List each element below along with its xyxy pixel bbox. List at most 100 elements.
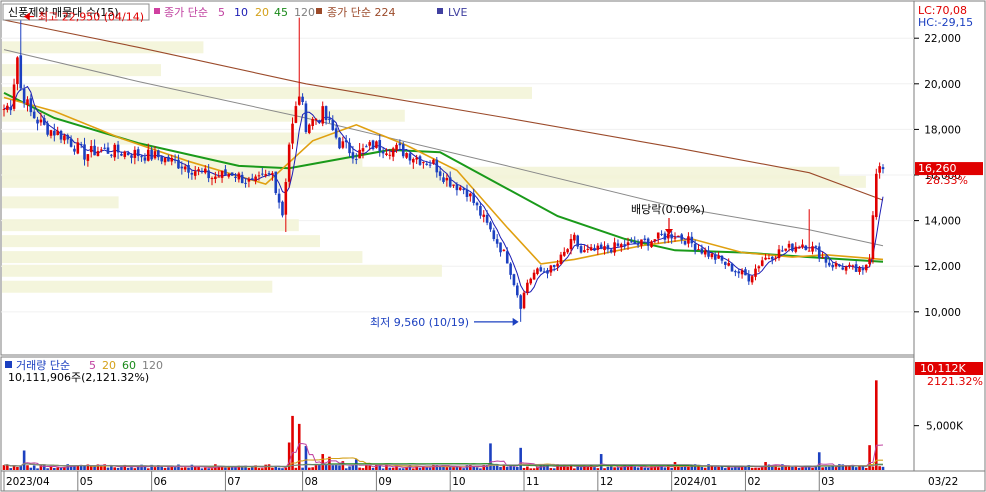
volume-profile-bar (2, 219, 299, 232)
volume-bar (526, 466, 529, 470)
volume-bar (294, 467, 298, 470)
candle-body (455, 184, 459, 191)
candle-body (861, 268, 865, 271)
volume-bar (492, 465, 496, 470)
candle-body (583, 250, 586, 253)
candle-body (606, 245, 610, 250)
candle-body (485, 214, 489, 223)
stock-chart-window: 22,000 20,000 18,000 16,000 14,000 12,000 10,0… (0, 0, 986, 492)
candle-body (744, 269, 747, 276)
candle-body (86, 154, 90, 161)
candle-body (261, 173, 264, 175)
candle-body (150, 149, 153, 160)
volume-bar (794, 466, 798, 470)
candle-body (596, 245, 600, 250)
candle-body (160, 156, 163, 162)
volume-bar (700, 466, 704, 470)
low-annotation-text: 최저 9,560 (10/19) (370, 316, 469, 329)
volume-bar (398, 468, 402, 470)
volume-bar (448, 466, 452, 470)
candle-body (318, 120, 321, 122)
candle-body (395, 144, 398, 150)
candle-body (458, 187, 462, 190)
volume-bar (311, 467, 314, 470)
volume-bar (36, 468, 39, 470)
volume-bar (167, 467, 170, 470)
candle-body (257, 175, 261, 177)
candle-body (489, 222, 492, 230)
candle-body (106, 147, 110, 154)
candle-body (589, 247, 593, 251)
candle-body (529, 278, 533, 284)
legend-color-square (437, 8, 443, 14)
candle-body (586, 248, 590, 250)
candle-body (422, 162, 425, 164)
volume-bar (854, 467, 858, 470)
candle-body (626, 242, 630, 246)
candle-body (76, 142, 80, 154)
candle-body (388, 154, 392, 156)
volume-bar (754, 467, 757, 470)
volume-bar (703, 467, 707, 470)
candle-body (157, 150, 160, 158)
volume-info: 10,111,906주(2,121.32%) (8, 371, 149, 384)
volume-bar (281, 468, 284, 470)
date-tick-label: 03 (821, 476, 834, 488)
candle-body (143, 157, 147, 161)
candle-body (469, 193, 472, 197)
candle-body (361, 148, 365, 152)
volume-bar (388, 467, 392, 470)
volume-bar (724, 468, 727, 470)
current-price-percent: 28.33% (926, 174, 968, 187)
candle-body (526, 282, 529, 293)
volume-bar (187, 467, 190, 470)
volume-bar (284, 467, 288, 470)
candle-body (871, 215, 875, 260)
volume-bar (787, 466, 791, 470)
candle-body (764, 257, 767, 260)
candle-body (841, 267, 845, 270)
candle-body (660, 233, 663, 235)
volume-bar (348, 466, 351, 470)
volume-bar (573, 468, 576, 470)
current-volume-value: 10,112K (920, 362, 966, 375)
candle-body (636, 244, 640, 246)
volume-bar (183, 467, 187, 470)
volume-bar (173, 467, 177, 470)
candle-body (177, 159, 180, 169)
volume-bar (200, 468, 204, 470)
candle-body (630, 241, 633, 243)
candle-body (499, 242, 502, 253)
volume-bar (177, 464, 180, 470)
volume-bar (717, 466, 720, 470)
candle-body (653, 239, 657, 242)
volume-bar (834, 467, 838, 470)
ma-period-20: 20 (255, 6, 269, 19)
volume-bar (428, 467, 432, 470)
candle-body (287, 144, 291, 182)
candle-body (717, 255, 720, 259)
candle-body (224, 169, 227, 175)
volume-bar (261, 468, 264, 470)
candle-body (700, 248, 704, 254)
candle-body (418, 156, 422, 165)
candle-body (344, 140, 348, 143)
volume-bar (197, 466, 200, 470)
date-tick-label: 05 (80, 476, 93, 488)
candle-body (438, 171, 442, 176)
ma-period-120: 120 (294, 6, 315, 19)
candle-body (271, 173, 274, 175)
volume-bar (636, 467, 640, 470)
volume-bar (576, 466, 579, 470)
volume-bar (479, 468, 482, 470)
candle-body (495, 239, 499, 244)
candle-body (707, 250, 710, 257)
candle-body (230, 172, 234, 176)
candle-body (297, 96, 301, 105)
chart-canvas[interactable]: 22,00020,00018,00016,00014,00012,00010,0… (0, 0, 986, 492)
volume-bar (56, 467, 59, 470)
y-axis-pane (913, 0, 986, 472)
candle-body (83, 144, 86, 160)
candle-body (53, 130, 56, 136)
candle-body (170, 157, 174, 162)
